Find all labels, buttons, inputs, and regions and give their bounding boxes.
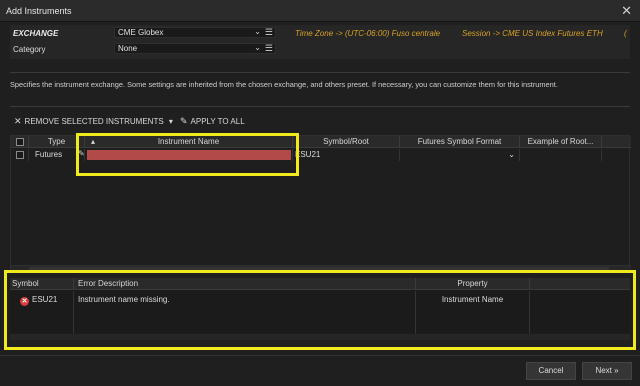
- highlight-box: [4, 270, 636, 350]
- apply-to-all-label: APPLY TO ALL: [190, 117, 245, 126]
- category-select[interactable]: None ⌄ ☰: [114, 43, 276, 54]
- cell-example: [520, 149, 602, 161]
- menu-icon[interactable]: ☰: [265, 27, 273, 38]
- remove-selected-button[interactable]: ✕ REMOVE SELECTED INSTRUMENTS ▾: [14, 116, 173, 127]
- exchange-label: EXCHANGE: [13, 29, 59, 38]
- close-icon: ✕: [14, 116, 22, 126]
- edit-icon: ✎: [180, 116, 188, 126]
- exchange-select[interactable]: CME Globex ⌄ ☰: [114, 27, 276, 38]
- cell-symbol[interactable]: ESU21: [293, 149, 400, 161]
- category-label: Category: [13, 45, 46, 54]
- window-title: Add Instruments: [6, 6, 72, 16]
- next-button[interactable]: Next »: [582, 362, 632, 380]
- timezone-info: Time Zone -> (UTC-06:00) Fuso centrale: [295, 29, 441, 38]
- highlight-box: [76, 133, 299, 176]
- select-all-checkbox[interactable]: [16, 138, 24, 146]
- chevron-down-icon[interactable]: ⌄: [508, 149, 515, 161]
- chevron-down-icon[interactable]: ⌄: [254, 43, 261, 52]
- session-info: Session -> CME US Index Futures ETH: [462, 29, 603, 38]
- title-bar: Add Instruments ✕: [0, 0, 640, 22]
- col-symbol-root[interactable]: Symbol/Root: [293, 136, 400, 148]
- select-all-cell[interactable]: [11, 136, 29, 148]
- chevron-down-icon[interactable]: ▾: [169, 117, 173, 126]
- divider: [10, 106, 630, 107]
- row-select-cell[interactable]: [11, 149, 29, 161]
- cell-futures-format[interactable]: ⌄: [400, 149, 520, 161]
- chevron-down-icon[interactable]: ⌄: [254, 27, 261, 36]
- col-futures-symbol-format[interactable]: Futures Symbol Format: [400, 136, 520, 148]
- divider: [0, 355, 640, 356]
- exchange-panel: EXCHANGE CME Globex ⌄ ☰ Time Zone -> (UT…: [10, 25, 630, 59]
- cancel-button[interactable]: Cancel: [526, 362, 576, 380]
- divider: [10, 72, 630, 73]
- category-value: None: [118, 44, 138, 53]
- row-checkbox[interactable]: [16, 151, 24, 159]
- remove-selected-label: REMOVE SELECTED INSTRUMENTS: [24, 117, 164, 126]
- col-example-of-root[interactable]: Example of Root...: [520, 136, 602, 148]
- close-icon[interactable]: ✕: [621, 3, 632, 19]
- description-text: Specifies the instrument exchange. Some …: [10, 80, 558, 89]
- apply-to-all-button[interactable]: ✎ APPLY TO ALL: [180, 116, 245, 127]
- exchange-value: CME Globex: [118, 28, 164, 37]
- menu-icon[interactable]: ☰: [265, 43, 273, 54]
- overflow-text: (: [624, 29, 627, 38]
